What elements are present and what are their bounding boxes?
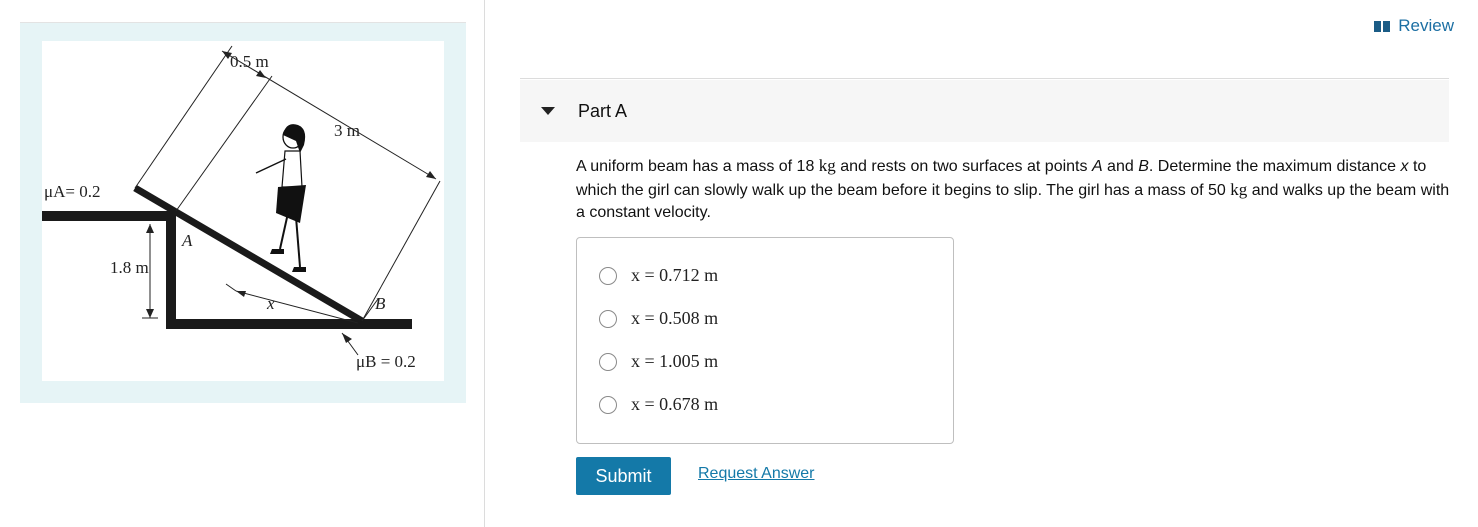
extension-line: [134, 45, 233, 189]
girl-figure: [255, 124, 306, 272]
option-4[interactable]: x = 0.678 m: [599, 394, 718, 415]
unit-kg: kg: [818, 156, 836, 175]
problem-statement: A uniform beam has a mass of 18 kg and r…: [576, 156, 1450, 221]
dim-beam-label: 3 m: [334, 121, 360, 140]
beam-diagram-svg: 0.5 m 3 m μA= 0.2 1.8 m A B x μB = 0.2: [42, 45, 441, 371]
support-wall: [166, 211, 176, 329]
option-label: x = 0.678 m: [631, 394, 719, 414]
upper-platform: [42, 211, 175, 221]
arrowhead: [426, 171, 436, 179]
request-answer-link[interactable]: Request Answer: [698, 465, 815, 483]
radio-button[interactable]: [599, 352, 617, 371]
arrowhead: [256, 70, 266, 78]
book-icon: [1374, 20, 1391, 32]
radio-button[interactable]: [599, 309, 617, 328]
figure-frame: 0.5 m 3 m μA= 0.2 1.8 m A B x μB = 0.2: [20, 23, 466, 403]
option-3[interactable]: x = 1.005 m: [599, 351, 718, 372]
mu-a-label: μA= 0.2: [44, 182, 100, 201]
answer-options: x = 0.712 m x = 0.508 m x = 1.005 m x = …: [576, 237, 954, 444]
arrowhead: [146, 309, 154, 318]
unit-kg: kg: [1230, 179, 1248, 199]
floor: [166, 319, 412, 329]
option-1[interactable]: x = 0.712 m: [599, 265, 718, 286]
radio-button[interactable]: [599, 266, 617, 285]
option-label: x = 0.508 m: [631, 308, 719, 328]
x-label: x: [266, 294, 275, 313]
part-title: Part A: [578, 101, 628, 121]
review-link[interactable]: Review: [1374, 16, 1454, 36]
option-label: x = 1.005 m: [631, 351, 719, 371]
arrowhead: [146, 224, 154, 233]
submit-button[interactable]: Submit: [576, 457, 671, 495]
beam-diagram: 0.5 m 3 m μA= 0.2 1.8 m A B x μB = 0.2: [42, 41, 444, 381]
radio-button[interactable]: [599, 395, 617, 414]
height-label: 1.8 m: [110, 258, 149, 277]
option-label: x = 0.712 m: [631, 265, 719, 285]
divider: [520, 78, 1449, 79]
dim-top-label: 0.5 m: [230, 52, 269, 71]
caret-down-icon[interactable]: [541, 107, 555, 115]
point-a-label: A: [181, 231, 193, 250]
mu-b-label: μB = 0.2: [356, 352, 416, 371]
part-a-header[interactable]: Part A: [520, 80, 1449, 142]
extension-line: [361, 180, 441, 322]
arrowhead: [236, 291, 246, 297]
figure-pane: 0.5 m 3 m μA= 0.2 1.8 m A B x μB = 0.2: [0, 0, 485, 527]
review-label: Review: [1398, 16, 1454, 35]
option-2[interactable]: x = 0.508 m: [599, 308, 718, 329]
point-b-label: B: [375, 294, 386, 313]
extension-line: [175, 75, 273, 212]
